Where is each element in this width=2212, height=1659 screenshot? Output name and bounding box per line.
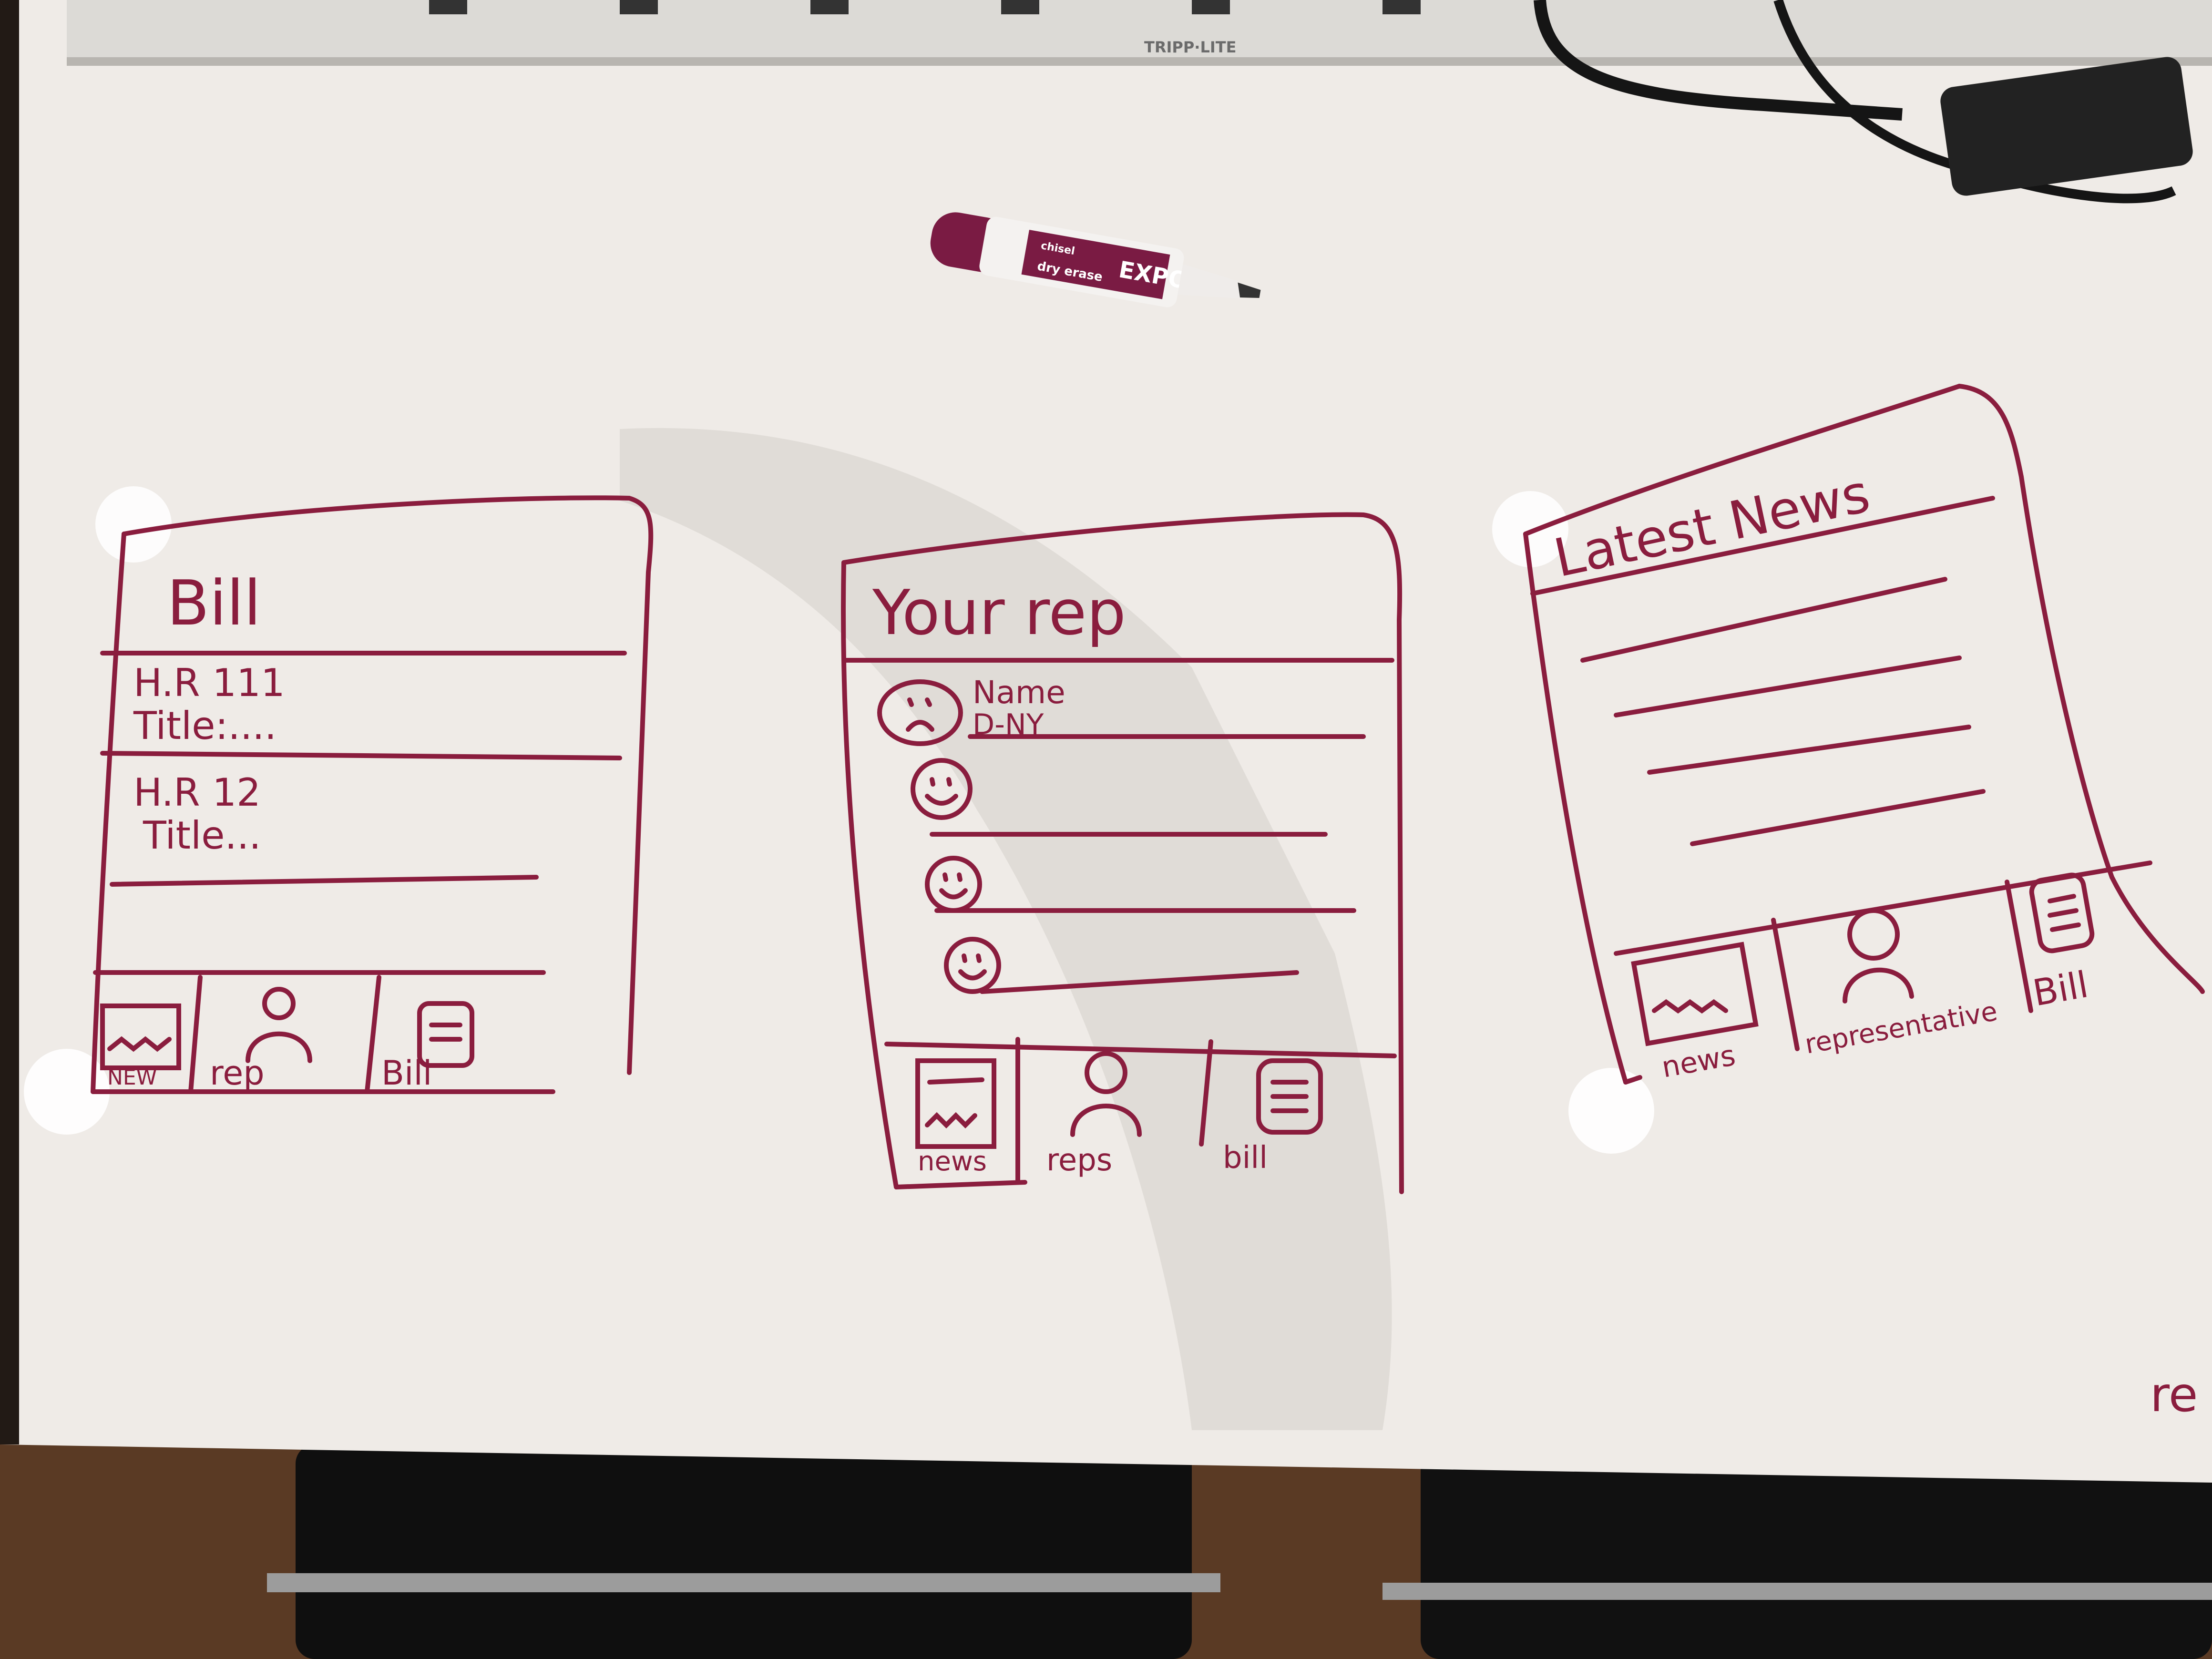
bill-item-1-id: H.R 111 xyxy=(133,661,285,705)
glare xyxy=(95,486,172,563)
bill-item-1-title: Title:.... xyxy=(133,704,276,748)
bill-tab-rep-label: rep xyxy=(210,1054,265,1093)
rep-screen-title: Your rep xyxy=(872,576,1126,649)
bill-item-2-id: H.R 12 xyxy=(133,770,261,815)
rep-tab-bill-label: bill xyxy=(1223,1140,1268,1176)
rep-name: Name xyxy=(973,674,1065,711)
glare xyxy=(1568,1068,1654,1154)
rep-party: D-NY xyxy=(973,708,1044,741)
whiteboard-photo: TRIPP·LITE EXPO dry erase chisel Bill H.… xyxy=(0,0,2212,1659)
power-strip-brand: TRIPP·LITE xyxy=(1144,38,1236,56)
corner-text: re xyxy=(2150,1367,2198,1423)
bill-tab-bill-label: Bill xyxy=(381,1054,432,1093)
rep-tab-news-label: news xyxy=(918,1146,987,1177)
chair-leg xyxy=(1382,1583,2212,1600)
power-strip: TRIPP·LITE xyxy=(67,0,2212,66)
bill-tab-news-label: NEW xyxy=(107,1065,157,1090)
rep-tab-reps-label: reps xyxy=(1046,1143,1112,1178)
bill-screen-title: Bill xyxy=(167,567,261,639)
chair-right xyxy=(1421,1449,2212,1659)
chair-left xyxy=(296,1444,1192,1659)
bill-item-2-title: Title... xyxy=(143,813,261,858)
board-left-edge xyxy=(0,0,19,1444)
chair-leg xyxy=(267,1573,1220,1592)
